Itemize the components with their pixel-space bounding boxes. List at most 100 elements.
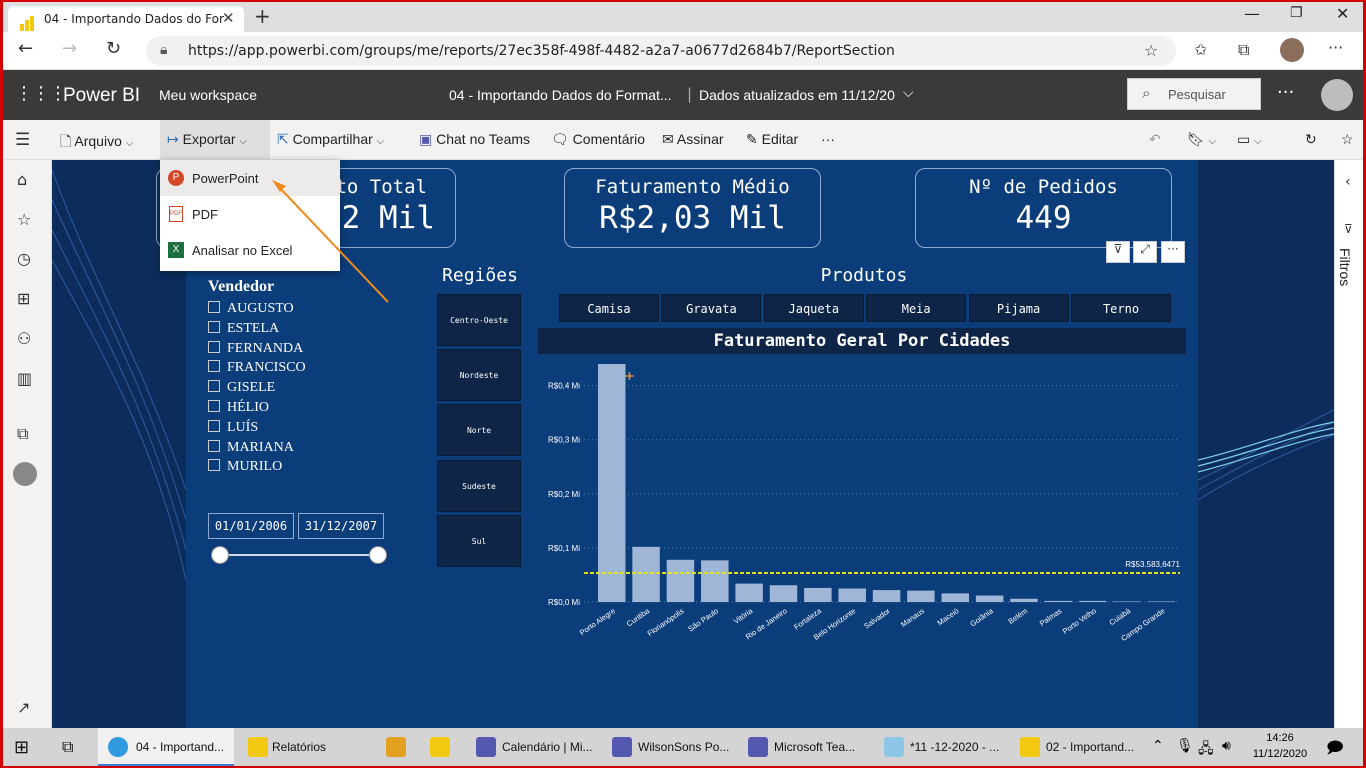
close-tab-icon[interactable]: ✕ bbox=[222, 9, 235, 27]
expand-icon[interactable]: ↗ bbox=[17, 698, 30, 717]
bar[interactable] bbox=[975, 595, 1004, 602]
bar[interactable] bbox=[872, 590, 901, 602]
export-excel-item[interactable]: X Analisar no Excel bbox=[160, 232, 340, 268]
checkbox[interactable] bbox=[208, 459, 220, 472]
comentario-button[interactable]: 🗨︎ Comentário bbox=[551, 131, 645, 148]
more-options-icon[interactable]: ··· bbox=[1277, 82, 1294, 103]
favorites-icon[interactable]: ✩ bbox=[1194, 40, 1207, 59]
bar[interactable] bbox=[735, 583, 763, 602]
vendedor-option[interactable]: GISELE bbox=[208, 380, 275, 398]
vendedor-option[interactable]: HÉLIO bbox=[208, 400, 269, 418]
microphone-icon[interactable]: 🎙︎ bbox=[1176, 738, 1194, 754]
shared-icon[interactable]: ⚇ bbox=[17, 329, 31, 348]
taskbar-wilsonsons-item[interactable]: WilsonSons Po... bbox=[606, 728, 736, 766]
hamburger-icon[interactable]: ☰ bbox=[15, 130, 30, 150]
regiao-option[interactable]: Norte bbox=[437, 404, 521, 457]
undo-icon[interactable]: ↶ bbox=[1149, 131, 1161, 148]
produto-option[interactable]: Pijama bbox=[968, 294, 1069, 322]
new-tab-icon[interactable]: + bbox=[254, 4, 271, 28]
bar[interactable] bbox=[666, 559, 695, 602]
taskbar-powerbi-item[interactable]: 02 - Importand... bbox=[1014, 728, 1144, 766]
reload-report-icon[interactable]: ↻ bbox=[1305, 131, 1317, 148]
regiao-option[interactable]: Sudeste bbox=[437, 459, 521, 512]
forward-icon[interactable]: → bbox=[62, 38, 77, 59]
bar[interactable] bbox=[632, 546, 660, 602]
produto-option[interactable]: Jaqueta bbox=[763, 294, 864, 322]
workspace-link[interactable]: Meu workspace bbox=[159, 87, 257, 103]
export-pdf-item[interactable]: PDF PDF bbox=[160, 196, 340, 232]
date-end-input[interactable]: 31/12/2007 bbox=[298, 513, 384, 539]
favorite-report-icon[interactable]: ☆ bbox=[1341, 131, 1354, 148]
profile-avatar[interactable] bbox=[1280, 38, 1304, 62]
checkbox[interactable] bbox=[208, 301, 220, 313]
app-icon[interactable] bbox=[386, 737, 406, 757]
date-start-input[interactable]: 01/01/2006 bbox=[208, 513, 294, 539]
recent-icon[interactable]: ◷ bbox=[17, 249, 31, 268]
vendedor-option[interactable]: FERNANDA bbox=[208, 340, 303, 359]
app-icon[interactable] bbox=[430, 737, 450, 757]
view-icon[interactable]: ▭ ⌵ bbox=[1237, 131, 1262, 148]
checkbox[interactable] bbox=[208, 439, 220, 452]
vendedor-option[interactable]: LUÍS bbox=[208, 419, 258, 438]
bar[interactable] bbox=[701, 560, 729, 602]
bar[interactable] bbox=[1113, 601, 1141, 602]
bar[interactable] bbox=[769, 585, 798, 602]
data-updated-label[interactable]: Dados atualizados em 11/12/20 bbox=[699, 87, 895, 103]
filter-visual-icon[interactable]: ⊽ bbox=[1106, 241, 1130, 263]
restore-icon[interactable]: ❐ bbox=[1290, 5, 1303, 21]
browser-menu-icon[interactable]: ··· bbox=[1328, 38, 1343, 57]
bar[interactable] bbox=[1010, 598, 1038, 602]
bar[interactable] bbox=[941, 593, 970, 602]
workspaces-icon[interactable]: ⧉ bbox=[17, 424, 28, 444]
clock-date[interactable]: 11/12/2020 bbox=[1246, 748, 1314, 760]
back-icon[interactable]: ← bbox=[18, 38, 33, 59]
filters-pane[interactable]: ‹ ⊽ Filtros bbox=[1334, 160, 1363, 728]
bar[interactable] bbox=[1147, 601, 1176, 602]
task-view-icon[interactable]: ⧉ bbox=[62, 737, 73, 757]
brand-label[interactable]: Power BI bbox=[63, 85, 140, 107]
regiao-option[interactable]: Centro-Oeste bbox=[437, 294, 521, 346]
regiao-option[interactable]: Nordeste bbox=[437, 349, 521, 402]
produto-option[interactable]: Meia bbox=[866, 294, 967, 322]
browser-tab[interactable]: 04 - Importando Dados do Forma ✕ bbox=[8, 6, 244, 34]
export-powerpoint-item[interactable]: P PowerPoint bbox=[160, 160, 340, 196]
my-workspace-icon[interactable] bbox=[13, 462, 37, 486]
checkbox[interactable] bbox=[208, 400, 220, 412]
windows-start-icon[interactable]: ⊞ bbox=[14, 737, 29, 758]
bookmark-icon[interactable]: 🔖︎ ⌵ bbox=[1187, 131, 1216, 148]
home-icon[interactable]: ⌂ bbox=[17, 170, 27, 189]
checkbox[interactable] bbox=[208, 419, 220, 432]
chat-teams-button[interactable]: ▣ Chat no Teams bbox=[419, 131, 530, 148]
taskbar-calendar-item[interactable]: Calendário | Mi... bbox=[470, 728, 600, 766]
taskbar-notepad-item[interactable]: *11 -12-2020 - ... bbox=[878, 728, 1008, 766]
vendedor-option[interactable]: AUGUSTO bbox=[208, 301, 294, 319]
collections-icon[interactable]: ⧉ bbox=[1238, 40, 1249, 60]
date-slider-end-handle[interactable] bbox=[369, 546, 387, 564]
bar[interactable] bbox=[598, 364, 626, 602]
refresh-icon[interactable]: ↻ bbox=[106, 38, 121, 59]
focus-mode-icon[interactable]: ⤢ bbox=[1133, 241, 1157, 263]
assinar-button[interactable]: ✉︎ Assinar bbox=[662, 131, 724, 148]
bar[interactable] bbox=[1044, 600, 1073, 602]
vendedor-option[interactable]: MARIANA bbox=[208, 439, 294, 458]
close-window-icon[interactable]: ✕ bbox=[1336, 4, 1349, 23]
editar-button[interactable]: ✎ Editar bbox=[746, 131, 798, 148]
checkbox[interactable] bbox=[208, 380, 220, 393]
url-bar[interactable]: 🔒︎ https://app.powerbi.com/groups/me/rep… bbox=[146, 36, 1176, 66]
vendedor-option[interactable]: ESTELA bbox=[208, 320, 279, 339]
taskbar-edge-item[interactable]: 04 - Importand... bbox=[98, 728, 234, 766]
taskbar-teams-item[interactable]: Microsoft Tea... bbox=[742, 728, 872, 766]
kpi-card-faturamento-medio[interactable]: Faturamento Médio R$2,03 Mil bbox=[564, 168, 821, 248]
chevron-up-icon[interactable]: ⌃ bbox=[1152, 738, 1164, 754]
learn-icon[interactable]: ▥ bbox=[17, 369, 32, 388]
vendedor-option[interactable]: MURILO bbox=[208, 459, 282, 477]
bar[interactable] bbox=[907, 590, 935, 602]
favorite-star-icon[interactable]: ☆ bbox=[1144, 41, 1158, 60]
taskbar-explorer-item[interactable]: Relatórios bbox=[240, 728, 370, 766]
chevron-down-icon[interactable]: ⌵ bbox=[903, 85, 914, 101]
bar-chart[interactable]: R$0,0 Mi R$0,1 Mi R$0,2 Mi R$0,3 Mi R$0,4 Mi… bbox=[538, 356, 1186, 696]
minimize-icon[interactable]: — bbox=[1244, 4, 1260, 23]
user-avatar[interactable] bbox=[1321, 79, 1353, 111]
produto-option[interactable]: Camisa bbox=[559, 294, 659, 322]
produto-option[interactable]: Terno bbox=[1071, 294, 1171, 322]
